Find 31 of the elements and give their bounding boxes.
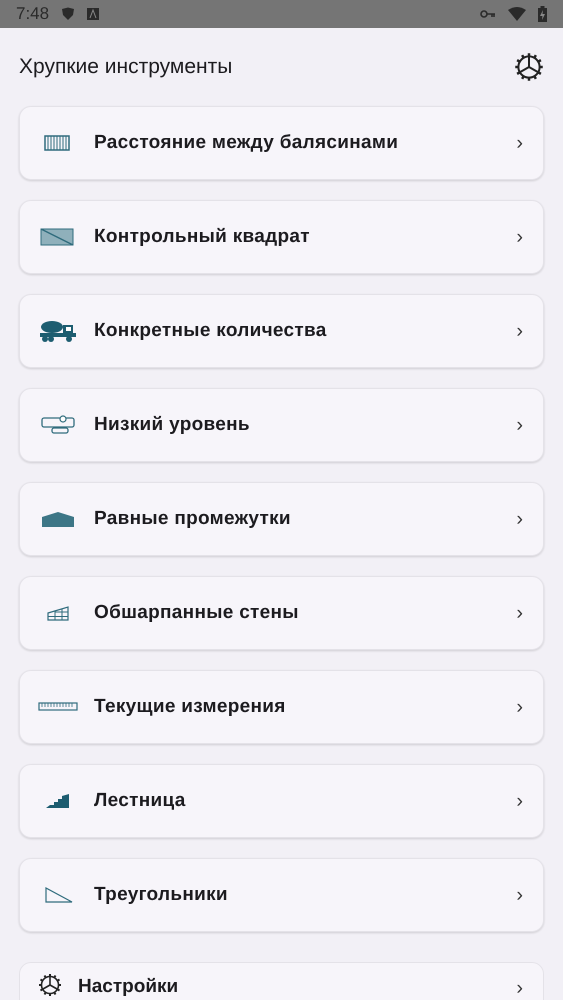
status-time: 7:48	[16, 3, 50, 26]
chevron-icon: ›	[516, 410, 523, 440]
wifi-icon	[508, 7, 526, 21]
settings-card[interactable]: Настройки ›	[19, 962, 544, 1000]
screen-title: Хрупкие инструменты	[19, 54, 232, 80]
notification-icon	[87, 8, 100, 20]
tool-card[interactable]: Лестница ›	[19, 764, 544, 838]
chevron-icon: ›	[516, 504, 523, 534]
tool-card[interactable]: Треугольники ›	[19, 858, 544, 932]
settings-icon	[38, 973, 62, 997]
concrete-mixer-icon	[38, 319, 78, 343]
tool-card[interactable]: Текущие измерения ›	[19, 670, 544, 744]
settings-button[interactable]	[514, 52, 544, 82]
tool-card[interactable]: Обшарпанные стены ›	[19, 576, 544, 650]
chevron-icon: ›	[516, 786, 523, 816]
chevron-icon: ›	[516, 692, 523, 722]
chevron-icon: ›	[516, 598, 523, 628]
key-icon	[480, 9, 496, 19]
tool-card[interactable]: Контрольный квадрат ›	[19, 200, 544, 274]
tool-card[interactable]: Низкий уровень ›	[19, 388, 544, 462]
chevron-icon: ›	[516, 973, 523, 1000]
shield-icon	[61, 7, 76, 21]
chevron-icon: ›	[516, 316, 523, 346]
chevron-icon: ›	[516, 880, 523, 910]
chevron-icon: ›	[516, 222, 523, 252]
battery-icon	[538, 6, 547, 22]
tool-card[interactable]: Равные промежутки ›	[19, 482, 544, 556]
settings-icon	[514, 52, 544, 82]
chevron-icon: ›	[516, 128, 523, 158]
tool-card[interactable]: Конкретные количества ›	[19, 294, 544, 368]
tool-card[interactable]: Расстояние между балясинами ›	[19, 106, 544, 180]
